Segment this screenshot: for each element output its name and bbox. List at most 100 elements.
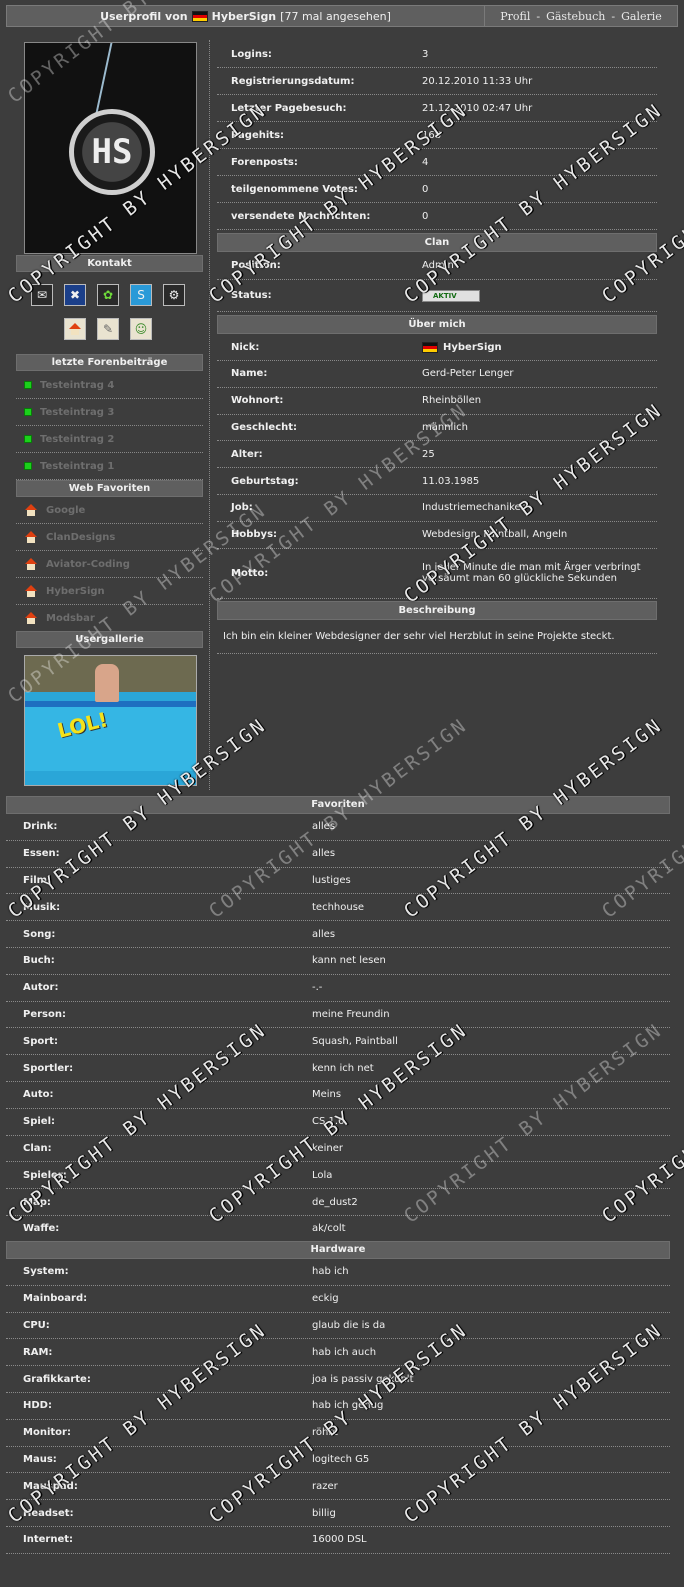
lightning-graphic <box>95 43 151 113</box>
beschreibung-text: Ich bin ein kleiner Webdesigner der sehr… <box>217 620 657 654</box>
hw-row: CPU: glaub die is da <box>6 1313 670 1340</box>
usergallerie-header: Usergallerie <box>16 631 203 648</box>
steam-icon[interactable]: ⚙ <box>163 284 185 306</box>
column-divider <box>209 40 210 790</box>
stat-row: Registrierungsdatum: 20.12.2010 11:33 Uhr <box>217 68 657 95</box>
about-row: Geschlecht: männlich <box>217 415 657 442</box>
home-icon <box>24 612 38 624</box>
fav-row: Musik: techhouse <box>6 894 670 922</box>
hw-row: Mauspad: razer <box>6 1473 670 1501</box>
fav-row: Clan: keiner <box>6 1136 670 1163</box>
about-row: Geburtstag: 11.03.1985 <box>217 468 657 495</box>
xfire-icon[interactable]: ✖ <box>64 284 86 306</box>
about-row: Job: Industriemechaniker <box>217 495 657 522</box>
beschreibung-header: Beschreibung <box>217 600 657 620</box>
fav-row: Buch: kann net lesen <box>6 948 670 975</box>
person-graphic <box>95 664 119 702</box>
nav-galerie[interactable]: Galerie <box>621 10 662 23</box>
skype-icon[interactable]: S <box>130 284 152 306</box>
add-buddy-icon[interactable]: ☺ <box>130 318 152 340</box>
bullet-icon <box>24 381 32 389</box>
fav-row: Auto: Meins <box>6 1082 670 1109</box>
stat-row: versendete Nachrichten: 0 <box>217 203 657 230</box>
home-icon <box>24 531 38 543</box>
fav-row: Song: alles <box>6 921 670 948</box>
gallery-thumbnail[interactable]: LOL! <box>24 655 197 786</box>
stat-row: teilgenommene Votes: 0 <box>217 176 657 203</box>
forum-post-item[interactable]: Testeintrag 3 <box>16 399 203 426</box>
forum-post-item[interactable]: Testeintrag 4 <box>16 372 203 399</box>
home-icon <box>24 504 38 516</box>
forum-post-item[interactable]: Testeintrag 1 <box>16 453 203 480</box>
stat-row: Pagehits: 168 <box>217 122 657 149</box>
fav-row: Person: meine Freundin <box>6 1002 670 1029</box>
about-row: Alter: 25 <box>217 441 657 469</box>
hw-row: System: hab ich <box>6 1259 670 1286</box>
fav-row: Spiel: CS 1.6 <box>6 1109 670 1136</box>
web-favoriten-header: Web Favoriten <box>16 480 203 497</box>
card-icon[interactable]: ✎ <box>97 318 119 340</box>
nav-gaestebuch[interactable]: Gästebuch <box>546 10 605 23</box>
stat-row: Letzter Pagebesuch: 21.12.2010 02:47 Uhr <box>217 95 657 122</box>
pool-graphic <box>25 701 196 771</box>
fav-row: Waffe: ak/colt <box>6 1216 670 1243</box>
clan-header: Clan <box>217 233 657 252</box>
web-link-item[interactable]: Aviator-Coding <box>16 551 203 578</box>
web-link-item[interactable]: HyberSign <box>16 578 203 605</box>
web-link-item[interactable]: Google <box>16 497 203 524</box>
clan-status-row: Status: AKTIV <box>217 280 657 312</box>
forum-post-item[interactable]: Testeintrag 2 <box>16 426 203 453</box>
web-link-item[interactable]: ClanDesigns <box>16 524 203 551</box>
fav-row: Drink: alles <box>6 814 670 841</box>
user-avatar: HS <box>24 42 197 254</box>
fav-row: Essen: alles <box>6 841 670 868</box>
fav-row: Sport: Squash, Paintball <box>6 1028 670 1056</box>
clan-position-row: Position: Admin <box>217 252 657 280</box>
status-aktiv-badge: AKTIV <box>422 289 480 302</box>
hw-row: Monitor: röhre <box>6 1420 670 1447</box>
about-row: Hobbys: Webdesign, Paintball, Angeln <box>217 522 657 549</box>
about-row: Name: Gerd-Peter Lenger <box>217 361 657 388</box>
germany-flag-icon <box>191 10 208 22</box>
hardware-table: Hardware System: hab ich Mainboard: eckig … <box>6 1241 670 1554</box>
stat-row: Logins: 3 <box>217 41 657 68</box>
icq-icon[interactable]: ✿ <box>97 284 119 306</box>
nick-row: Nick: HyberSign <box>217 334 657 361</box>
fav-row: Film: lustiges <box>6 868 670 895</box>
kontakt-header: Kontakt <box>16 255 203 272</box>
home-icon <box>24 585 38 597</box>
hw-row: Grafikkarte: joa is passiv gekühlt <box>6 1366 670 1393</box>
fav-row: Autor: -.- <box>6 975 670 1002</box>
ueber-mich-header: Über mich <box>217 315 657 334</box>
view-count: [77 mal angesehen] <box>280 9 391 23</box>
germany-flag-icon <box>422 341 438 353</box>
bullet-icon <box>24 435 32 443</box>
nav-profil[interactable]: Profil <box>500 10 530 23</box>
motto-row: Motto: In jeder Minute die man mit Ärger… <box>217 549 657 599</box>
profile-nav: Profil - Gästebuch - Galerie <box>485 10 677 23</box>
favoriten-table: Favoriten Drink: alles Essen: alles Film: l… <box>6 796 670 1243</box>
hardware-header: Hardware <box>6 1241 670 1259</box>
stat-row: Forenposts: 4 <box>217 149 657 176</box>
fav-row: Spieler: Lola <box>6 1162 670 1190</box>
hw-row: RAM: hab ich auch <box>6 1339 670 1367</box>
homepage-icon[interactable] <box>64 318 86 340</box>
profile-title: Userprofil von HyberSign [77 mal angeseh… <box>7 6 485 26</box>
web-link-item[interactable]: Modsbar <box>16 605 203 632</box>
bullet-icon <box>24 408 32 416</box>
favoriten-header: Favoriten <box>6 796 670 814</box>
about-row: Wohnort: Rheinböllen <box>217 388 657 415</box>
bullet-icon <box>24 462 32 470</box>
contact-icons-row-2: ✎ ☺ <box>64 318 152 340</box>
contact-icons-row: ✉ ✖ ✿ S ⚙ <box>31 284 185 306</box>
hs-logo-icon: HS <box>69 109 155 195</box>
title-prefix: Userprofil von <box>100 9 188 23</box>
hw-row: Mainboard: eckig <box>6 1286 670 1313</box>
hw-row: Maus: logitech G5 <box>6 1447 670 1474</box>
title-username[interactable]: HyberSign <box>212 10 277 23</box>
mail-icon[interactable]: ✉ <box>31 284 53 306</box>
web-links-list: Google ClanDesigns Aviator-Coding HyberS… <box>16 497 203 632</box>
hw-row: Headset: billig <box>6 1500 670 1527</box>
forum-posts-list: Testeintrag 4 Testeintrag 3 Testeintrag … <box>16 372 203 480</box>
forum-header: letzte Forenbeiträge <box>16 354 203 371</box>
